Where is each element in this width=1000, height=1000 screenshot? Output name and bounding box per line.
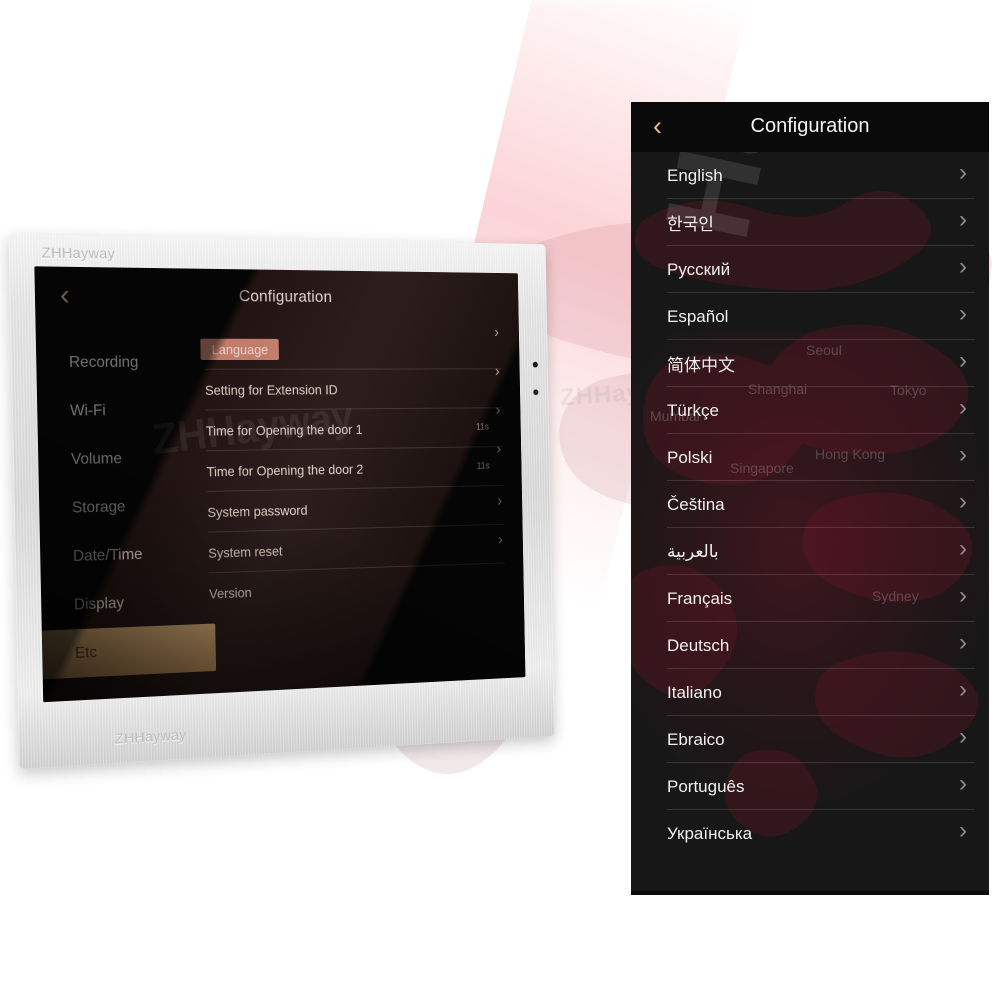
sidebar-item-label: Date/Time <box>72 546 143 565</box>
video-intercom-monitor: ZHHayway ZHHayway ‹ Configuration Record… <box>8 228 620 776</box>
settings-row-label: Time for Opening the door 2 <box>206 460 364 479</box>
device-settings-list: Language › Setting for Extension ID › Ti… <box>200 323 526 693</box>
settings-row-label: Time for Opening the door 1 <box>205 421 363 439</box>
language-item-czech[interactable]: Čeština › <box>631 481 989 528</box>
settings-row-value: 11s <box>475 422 490 433</box>
sidebar-item-label: Display <box>73 594 125 614</box>
screenshot-stage: ZHHayway ZHHayway ZHHayway ZHHayway ‹ Co… <box>0 0 1000 1000</box>
sidebar-item-datetime[interactable]: Date/Time <box>40 529 209 582</box>
language-label: بالعربية <box>667 541 719 561</box>
language-item-polish[interactable]: Polski › <box>631 434 989 481</box>
settings-row-extension-id[interactable]: Setting for Extension ID › <box>204 362 503 411</box>
language-label: Português <box>667 776 745 796</box>
language-item-turkish[interactable]: Türkçe › <box>631 387 989 434</box>
settings-row-door1-time[interactable]: Time for Opening the door 1 11s › <box>205 401 503 452</box>
chevron-right-icon: › <box>959 488 967 515</box>
settings-row-label: System password <box>207 501 308 520</box>
chevron-right-icon: › <box>959 300 967 327</box>
chevron-right-icon: › <box>494 361 500 380</box>
settings-row-door2-time[interactable]: Time for Opening the door 2 11s › <box>206 440 504 492</box>
settings-row-label: Setting for Extension ID <box>204 381 338 398</box>
settings-row-label: System reset <box>208 542 283 561</box>
language-item-hebrew[interactable]: Ebraico › <box>631 716 989 763</box>
chevron-right-icon: › <box>959 770 967 797</box>
device-header: ‹ Configuration <box>34 266 518 327</box>
language-item-simplified-chinese[interactable]: 简体中文 › <box>631 340 989 387</box>
device-ui: ‹ Configuration Recording Wi-Fi Volume S… <box>34 266 526 703</box>
chevron-right-icon: › <box>959 159 967 186</box>
chevron-right-icon: › <box>959 441 967 468</box>
language-label: Deutsch <box>667 635 730 655</box>
language-label: Español <box>667 306 729 326</box>
panel-page-title: Configuration <box>750 115 870 137</box>
sidebar-item-storage[interactable]: Storage <box>39 481 208 533</box>
sidebar-item-wifi[interactable]: Wi-Fi <box>37 386 206 435</box>
settings-row-language[interactable]: Language › <box>200 323 502 370</box>
sidebar-item-label: Wi-Fi <box>69 402 106 420</box>
language-item-italian[interactable]: Italiano › <box>631 669 989 716</box>
language-item-russian[interactable]: Русский › <box>631 246 989 293</box>
language-label: Русский <box>667 259 731 279</box>
chevron-right-icon: › <box>959 347 967 374</box>
chevron-right-icon: › <box>959 535 967 562</box>
settings-row-version[interactable]: Version <box>209 563 506 613</box>
language-item-portuguese[interactable]: Português › <box>631 763 989 810</box>
chevron-right-icon: › <box>959 394 967 421</box>
chevron-right-icon: › <box>959 582 967 609</box>
chevron-right-icon: › <box>495 400 501 419</box>
device-sidebar: Recording Wi-Fi Volume Storage Date/Time… <box>36 324 217 702</box>
language-label: Ebraico <box>667 729 725 749</box>
chevron-right-icon: › <box>496 439 502 458</box>
chevron-right-icon: › <box>959 629 967 656</box>
language-item-french[interactable]: Français › <box>631 575 989 622</box>
indicator-led-upper <box>532 361 538 368</box>
sidebar-item-display[interactable]: Display <box>41 576 210 630</box>
panel-header: ‹ Configuration <box>631 102 989 152</box>
language-label: Українська <box>667 823 753 843</box>
settings-row-label: Version <box>208 583 252 601</box>
chevron-right-icon: › <box>493 322 500 341</box>
device-brand-top: ZHHayway <box>41 244 116 263</box>
panel-bottom-edge <box>631 891 989 895</box>
language-selection-panel: Hayway Seoul Shanghai Tokyo Mumbai Hong … <box>631 102 989 895</box>
language-item-german[interactable]: Deutsch › <box>631 622 989 669</box>
language-label: Čeština <box>667 494 725 514</box>
chevron-right-icon: › <box>959 817 967 844</box>
device-page-title: Configuration <box>238 286 333 306</box>
sidebar-item-label: Recording <box>68 354 139 371</box>
device-bezel: ZHHayway ZHHayway ‹ Configuration Record… <box>8 233 555 770</box>
device-body: Recording Wi-Fi Volume Storage Date/Time… <box>36 323 526 702</box>
language-label: English <box>667 165 723 185</box>
sidebar-item-label: Volume <box>70 450 123 468</box>
sidebar-item-label: Storage <box>71 498 126 517</box>
language-label: Polski <box>667 447 713 467</box>
language-item-spanish[interactable]: Español › <box>631 293 989 340</box>
chevron-right-icon: › <box>497 491 503 510</box>
language-label: Français <box>667 588 733 608</box>
sidebar-item-label: Etc <box>74 644 98 662</box>
settings-row-label: Language <box>200 338 280 360</box>
chevron-right-icon: › <box>959 676 967 703</box>
language-item-korean[interactable]: 한국인 › <box>631 199 989 246</box>
device-screen: ‹ Configuration Recording Wi-Fi Volume S… <box>34 266 526 703</box>
chevron-right-icon: › <box>497 530 503 548</box>
language-label: 简体中文 <box>667 356 735 375</box>
chevron-right-icon: › <box>959 253 967 280</box>
language-item-english[interactable]: English › <box>631 152 989 199</box>
device-brand-bottom: ZHHayway <box>114 726 187 748</box>
language-item-ukrainian[interactable]: Українська › <box>631 810 989 857</box>
sidebar-item-volume[interactable]: Volume <box>38 434 207 485</box>
language-list: English › 한국인 › Русский › Español › 简体中文… <box>631 152 989 895</box>
language-label: Türkçe <box>667 400 719 420</box>
sidebar-item-etc[interactable]: Etc <box>41 623 217 680</box>
indicator-led-lower <box>533 389 539 396</box>
settings-row-value: 11s <box>476 461 490 472</box>
language-label: 한국인 <box>667 215 714 234</box>
chevron-right-icon: › <box>959 206 967 233</box>
chevron-right-icon: › <box>959 723 967 750</box>
language-item-arabic[interactable]: بالعربية › <box>631 528 989 575</box>
language-label: Italiano <box>667 682 722 702</box>
sidebar-item-recording[interactable]: Recording <box>36 338 205 387</box>
